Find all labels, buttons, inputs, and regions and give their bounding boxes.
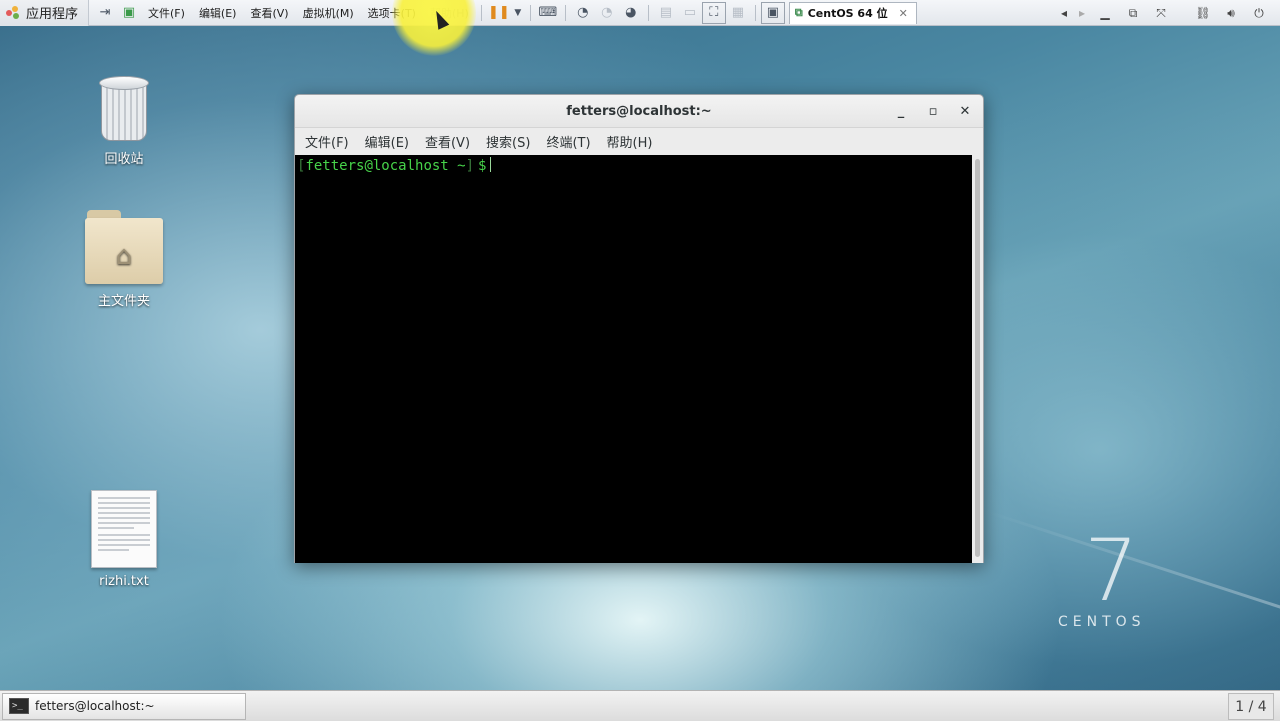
fullscreen-icon[interactable]: ⛶ — [701, 1, 726, 24]
scrollbar-thumb[interactable] — [975, 159, 980, 557]
applications-menu-button[interactable]: 应用程序 — [0, 0, 90, 26]
applications-label: 应用程序 — [26, 7, 79, 22]
os-version-mark: 7 — [1084, 521, 1139, 621]
text-cursor — [490, 157, 492, 172]
trash-icon — [97, 74, 151, 144]
workspace-switcher[interactable]: 1 / 4 — [1228, 693, 1274, 720]
desktop-icon-label: rizhi.txt — [99, 574, 149, 589]
desktop-icon-label: 回收站 — [104, 152, 144, 167]
taskbar-item-terminal[interactable]: >_ fetters@localhost:~ — [2, 692, 246, 720]
vm-icon: ⧉ — [794, 6, 803, 19]
unity-icon[interactable]: ▦ — [726, 2, 750, 24]
exit-fullscreen-icon[interactable]: ⤧ — [1148, 6, 1174, 21]
menu-file[interactable]: 文件(F) — [141, 0, 192, 26]
desktop-icon-label: 主文件夹 — [97, 294, 150, 309]
taskbar-item-label: fetters@localhost:~ — [35, 699, 155, 713]
terminal-titlebar[interactable]: fetters@localhost:~ _ ▫ ✕ — [295, 95, 983, 128]
terminal-menu-search[interactable]: 搜索(S) — [478, 132, 538, 151]
chevron-down-icon[interactable]: ▼ — [511, 2, 525, 24]
terminal-menu-help[interactable]: 帮助(H) — [599, 132, 661, 151]
os-name-mark: CENTOS — [1058, 614, 1146, 630]
send-keys-icon[interactable]: ⌨ — [536, 2, 560, 24]
desktop-icon-home[interactable]: ⌂ 主文件夹 — [79, 208, 169, 309]
terminal-title: fetters@localhost:~ — [566, 103, 712, 119]
snapshot-manager-icon[interactable]: ◕ — [619, 2, 643, 24]
vmware-toolbar: 应用程序 ⇥ ▣ 文件(F) 编辑(E) 查看(V) 虚拟机(M) 选项卡(T)… — [0, 0, 1280, 26]
network-icon[interactable]: ⛓ — [1190, 6, 1216, 20]
terminal-menubar: 文件(F) 编辑(E) 查看(V) 搜索(S) 终端(T) 帮助(H) — [295, 128, 983, 155]
volume-icon[interactable]: 🔊︎ — [1218, 6, 1244, 21]
terminal-scrollbar[interactable] — [972, 155, 983, 563]
maximize-button[interactable]: ▫ — [923, 104, 943, 119]
fullscreen-pin-icon[interactable]: ⇥ — [93, 2, 117, 24]
thumbnail-view-icon[interactable]: ▭ — [678, 2, 702, 24]
revert-snapshot-icon[interactable]: ◔ — [595, 2, 619, 24]
tab-scroll-left-icon[interactable]: ◂ — [1056, 6, 1072, 20]
prompt-user-host: fetters@localhost ~ — [305, 158, 466, 174]
pause-icon[interactable]: ❚❚ — [487, 2, 511, 24]
tab-scroll-right-icon[interactable]: ▸ — [1074, 6, 1090, 20]
sidebar-view-icon[interactable]: ▤ — [654, 2, 678, 24]
terminal-menu-view[interactable]: 查看(V) — [417, 132, 478, 151]
minimize-button[interactable]: _ — [891, 104, 911, 119]
terminal-window: fetters@localhost:~ _ ▫ ✕ 文件(F) 编辑(E) 查看… — [294, 94, 984, 563]
console-view-icon[interactable]: ▣ — [760, 1, 785, 24]
prompt-symbol: $ — [478, 158, 487, 174]
terminal-menu-file[interactable]: 文件(F) — [297, 132, 357, 151]
home-folder-icon: ⌂ — [85, 208, 163, 286]
terminal-output[interactable]: [fetters@localhost ~] $ — [295, 155, 973, 563]
vm-library-icon[interactable]: ▣ — [117, 2, 141, 24]
menu-tabs[interactable]: 选项卡(T) — [361, 0, 423, 26]
snapshot-icon[interactable]: ◔ — [571, 2, 595, 24]
bottom-taskbar: >_ fetters@localhost:~ 1 / 4 — [0, 690, 1280, 721]
toolbar-separator — [754, 4, 756, 21]
power-icon[interactable]: ⏻ — [1246, 6, 1272, 21]
toolbar-separator — [480, 4, 482, 21]
terminal-app-icon: >_ — [9, 698, 29, 714]
minimize-icon[interactable]: ▁ — [1092, 6, 1118, 20]
menu-edit[interactable]: 编辑(E) — [192, 0, 244, 26]
vm-tab-centos[interactable]: ⧉ CentOS 64 位 ✕ — [788, 1, 917, 24]
terminal-window-controls: _ ▫ ✕ — [891, 95, 975, 128]
terminal-menu-edit[interactable]: 编辑(E) — [357, 132, 417, 151]
text-file-icon — [91, 490, 157, 568]
window-controls: ◂ ▸ ▁ ⧉ ⤧ ⛓ 🔊︎ ⏻ — [1056, 0, 1280, 26]
menu-view[interactable]: 查看(V) — [243, 0, 295, 26]
toolbar-separator — [564, 4, 566, 21]
prompt-close-bracket: ] — [465, 158, 475, 174]
toolbar-separator — [647, 4, 649, 21]
toolbar-separator — [529, 4, 531, 21]
close-button[interactable]: ✕ — [955, 104, 975, 119]
vm-tab-label: CentOS 64 位 — [807, 7, 888, 20]
desktop-icon-trash[interactable]: 回收站 — [79, 74, 169, 167]
restore-icon[interactable]: ⧉ — [1120, 6, 1146, 21]
gnome-foot-icon — [6, 5, 20, 20]
close-icon[interactable]: ✕ — [899, 7, 908, 20]
menu-vm[interactable]: 虚拟机(M) — [296, 0, 361, 26]
desktop-icon-file[interactable]: rizhi.txt — [79, 490, 169, 589]
terminal-menu-terminal[interactable]: 终端(T) — [538, 132, 598, 151]
